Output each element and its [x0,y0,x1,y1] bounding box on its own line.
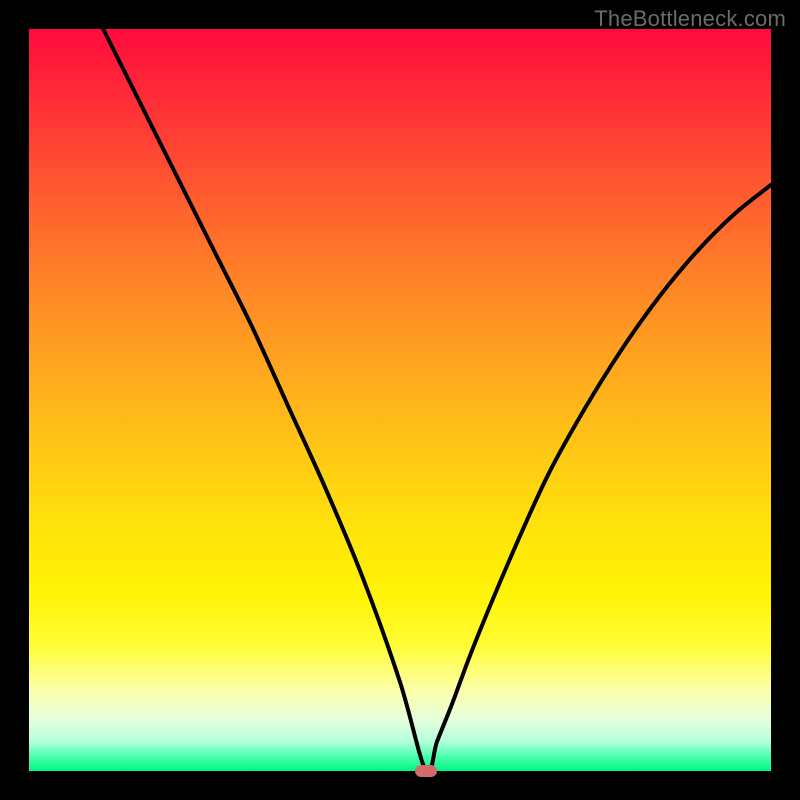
plot-area [29,29,771,771]
chart-frame: TheBottleneck.com [0,0,800,800]
watermark-text: TheBottleneck.com [594,6,786,32]
optimum-marker [415,765,437,777]
bottleneck-curve [29,29,771,771]
